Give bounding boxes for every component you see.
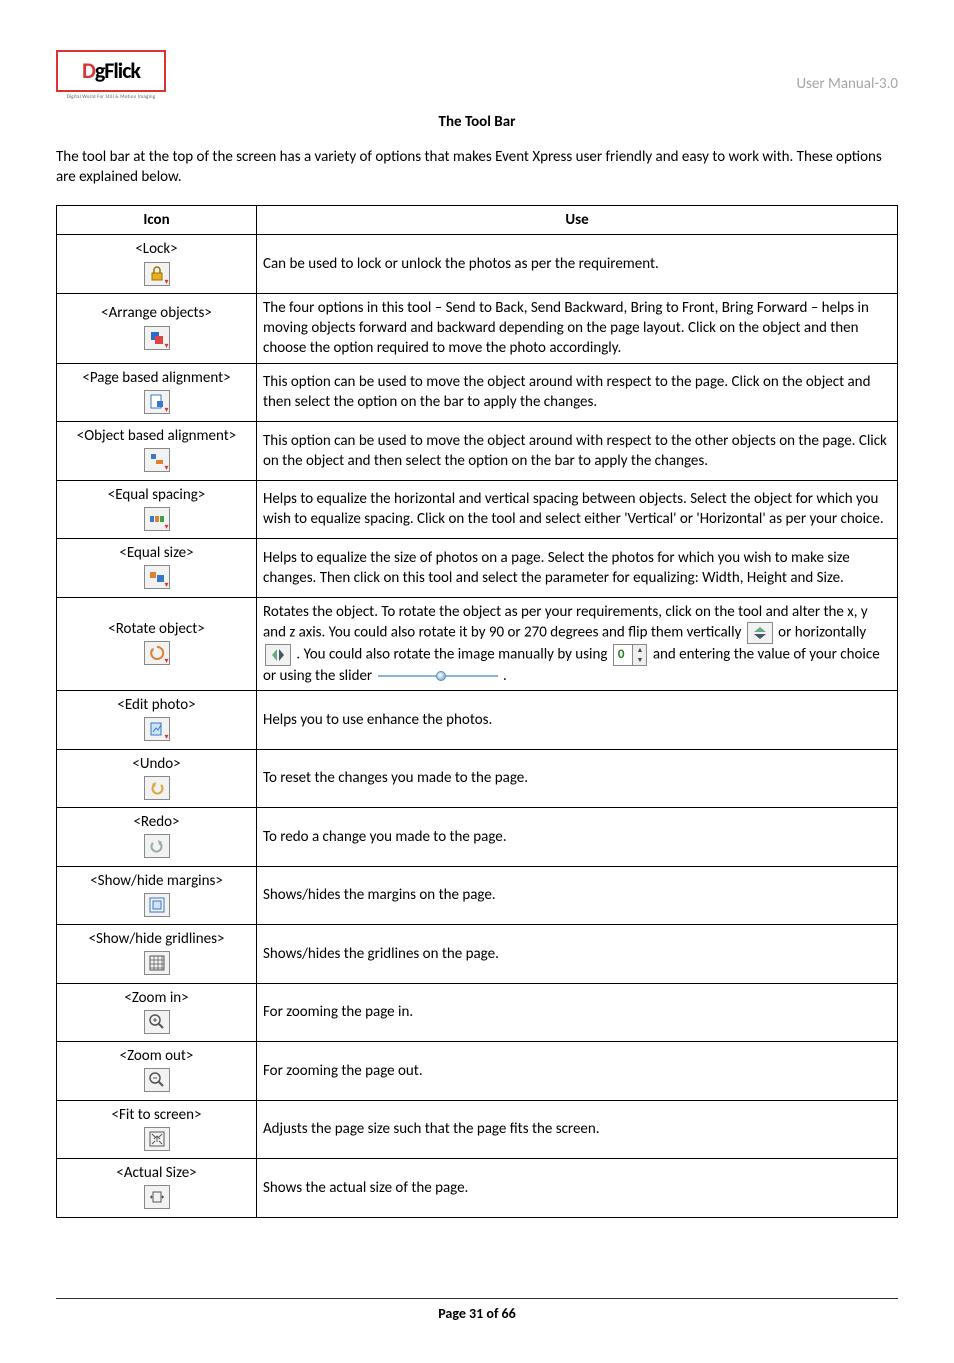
use-cell: For zooming the page out. [257, 1042, 898, 1101]
page-footer: Page 31 of 66 [56, 1298, 898, 1324]
icon-label: <Zoom out> [63, 1046, 250, 1066]
table-row: <Page based alignment> ▾ This option can… [57, 363, 898, 422]
table-row: <Actual Size> Shows the actual size of t… [57, 1159, 898, 1218]
footer-total-pages: 66 [502, 1305, 516, 1322]
use-cell: This option can be used to move the obje… [257, 422, 898, 481]
icon-label: <Zoom in> [63, 988, 250, 1008]
table-row: <Redo> To redo a change you made to the … [57, 808, 898, 867]
table-row: <Zoom out> For zooming the page out. [57, 1042, 898, 1101]
icon-label: <Edit photo> [63, 695, 250, 715]
icon-label: <Lock> [63, 239, 250, 259]
use-cell: Helps to equalize the size of photos on … [257, 539, 898, 598]
table-row: <Fit to screen> Adjusts the page size su… [57, 1100, 898, 1159]
undo-icon [144, 776, 170, 800]
rotate-object-icon: ▾ [144, 641, 170, 665]
manual-version-label: User Manual-3.0 [796, 50, 898, 94]
table-row: <Arrange objects> ▾ The four options in … [57, 293, 898, 363]
margins-icon [144, 893, 170, 917]
icon-label: <Fit to screen> [63, 1105, 250, 1125]
footer-current-page: 31 [469, 1305, 483, 1322]
icon-label: <Equal size> [63, 543, 250, 563]
page-header: DgFlick Digital World For Still & Motion… [56, 50, 898, 94]
redo-icon [144, 834, 170, 858]
arrange-objects-icon: ▾ [144, 326, 170, 350]
rotate-text-3: . You could also rotate the image manual… [296, 645, 610, 663]
table-row: <Undo> To reset the changes you made to … [57, 749, 898, 808]
icon-label: <Show/hide gridlines> [63, 929, 250, 949]
footer-of: of [483, 1305, 501, 1322]
step-up-icon[interactable]: ▲ [633, 645, 646, 655]
table-header-row: Icon Use [57, 206, 898, 235]
table-row: <Rotate object> ▾ Rotates the object. To… [57, 597, 898, 691]
logo-subtext: Digital World For Still & Motion Imaging [58, 94, 164, 101]
table-row: <Equal size> ▾ Helps to equalize the siz… [57, 539, 898, 598]
icon-label: <Undo> [63, 754, 250, 774]
table-row: <Zoom in> For zooming the page in. [57, 983, 898, 1042]
footer-prefix: Page [438, 1305, 469, 1322]
equal-size-icon: ▾ [144, 565, 170, 589]
use-cell: Can be used to lock or unlock the photos… [257, 235, 898, 294]
table-row: <Object based alignment> ▾ This option c… [57, 422, 898, 481]
use-cell: For zooming the page in. [257, 983, 898, 1042]
use-cell: This option can be used to move the obje… [257, 363, 898, 422]
gridlines-icon [144, 951, 170, 975]
rotate-text-5: . [503, 667, 507, 685]
rotation-slider[interactable] [378, 671, 498, 681]
rotation-value-stepper[interactable]: 0 ▲▼ [613, 644, 648, 666]
fit-to-screen-icon [144, 1127, 170, 1151]
toolbar-reference-table: Icon Use <Lock> ▾ Can be used to lock or… [56, 205, 898, 1218]
zoom-in-icon [144, 1010, 170, 1034]
table-row: <Edit photo> ▾ Helps you to use enhance … [57, 691, 898, 750]
use-cell: Helps you to use enhance the photos. [257, 691, 898, 750]
object-alignment-icon: ▾ [144, 448, 170, 472]
use-cell: Adjusts the page size such that the page… [257, 1100, 898, 1159]
table-row: <Show/hide margins> Shows/hides the marg… [57, 866, 898, 925]
use-cell-rotate: Rotates the object. To rotate the object… [257, 597, 898, 691]
header-icon: Icon [57, 206, 257, 235]
rotate-text-2: or horizontally [778, 623, 866, 641]
use-cell: Shows/hides the margins on the page. [257, 866, 898, 925]
intro-paragraph: The tool bar at the top of the screen ha… [56, 147, 898, 188]
header-use: Use [257, 206, 898, 235]
rotate-text-1: Rotates the object. To rotate the object… [263, 603, 868, 642]
flip-horizontal-icon [265, 644, 291, 666]
use-cell: Helps to equalize the horizontal and ver… [257, 480, 898, 539]
rotation-value: 0 [614, 646, 633, 664]
icon-label: <Page based alignment> [63, 368, 250, 388]
step-down-icon[interactable]: ▼ [633, 655, 646, 665]
lock-icon: ▾ [144, 262, 170, 286]
icon-label: <Actual Size> [63, 1163, 250, 1183]
logo-text: DgFlick [82, 56, 140, 86]
use-cell: Shows/hides the gridlines on the page. [257, 925, 898, 984]
icon-label: <Redo> [63, 812, 250, 832]
edit-photo-icon: ▾ [144, 717, 170, 741]
flip-vertical-icon [747, 622, 773, 644]
use-cell: To reset the changes you made to the pag… [257, 749, 898, 808]
equal-spacing-icon: ▾ [144, 507, 170, 531]
icon-label: <Object based alignment> [63, 426, 250, 446]
use-cell: The four options in this tool – Send to … [257, 293, 898, 363]
zoom-out-icon [144, 1068, 170, 1092]
logo: DgFlick Digital World For Still & Motion… [56, 50, 166, 92]
actual-size-icon [144, 1185, 170, 1209]
table-row: <Show/hide gridlines> Shows/hides the gr… [57, 925, 898, 984]
icon-label: <Show/hide margins> [63, 871, 250, 891]
icon-label: <Equal spacing> [63, 485, 250, 505]
icon-label: <Arrange objects> [63, 303, 250, 323]
section-title: The Tool Bar [56, 112, 898, 132]
use-cell: Shows the actual size of the page. [257, 1159, 898, 1218]
page-alignment-icon: ▾ [144, 390, 170, 414]
table-row: <Lock> ▾ Can be used to lock or unlock t… [57, 235, 898, 294]
icon-label: <Rotate object> [63, 619, 250, 639]
use-cell: To redo a change you made to the page. [257, 808, 898, 867]
table-row: <Equal spacing> ▾ Helps to equalize the … [57, 480, 898, 539]
